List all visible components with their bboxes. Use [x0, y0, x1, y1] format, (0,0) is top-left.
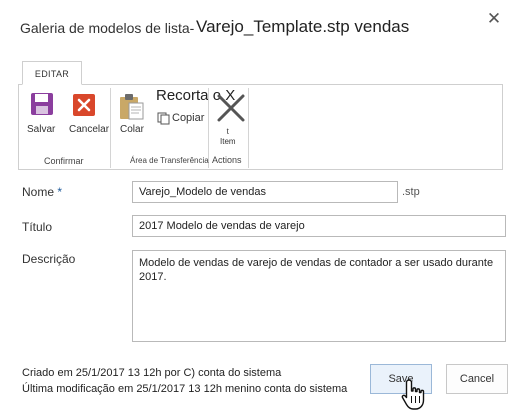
created-info: Criado em 25/1/2017 13 12h por C) conta …	[22, 367, 282, 379]
copy-button[interactable]: Copiar	[172, 112, 204, 124]
close-icon[interactable]: ✕	[484, 9, 504, 29]
tab-editar[interactable]: EDITAR	[22, 61, 82, 85]
cancel-ribbon-label[interactable]: Cancelar	[69, 124, 109, 135]
dialog: Galeria de modelos de lista- Varejo_Temp…	[0, 0, 520, 420]
dialog-title-file: Varejo_Template.stp vendas	[196, 17, 410, 36]
title-input[interactable]: 2017 Modelo de vendas de varejo	[132, 215, 506, 237]
description-label: Descrição	[22, 252, 76, 266]
ribbon-separator	[248, 88, 249, 168]
name-label: Nome *	[22, 185, 62, 199]
group-label-clipboard: Área de Transferência	[130, 156, 209, 165]
hand-cursor-icon	[401, 379, 425, 410]
description-textarea[interactable]: Modelo de vendas de varejo de vendas de …	[132, 250, 506, 342]
item-ribbon-label[interactable]: t Item	[220, 127, 236, 147]
paste-icon[interactable]	[117, 92, 145, 120]
paste-ribbon-label[interactable]: Colar	[120, 124, 144, 135]
cancel-button[interactable]: Cancel	[446, 364, 508, 394]
dialog-title-prefix: Galeria de modelos de lista-	[20, 20, 195, 36]
ribbon-separator	[110, 88, 111, 168]
name-suffix: .stp	[402, 186, 420, 198]
copy-icon[interactable]	[157, 112, 170, 125]
required-marker: *	[57, 185, 63, 199]
save-ribbon-label[interactable]: Salvar	[27, 124, 55, 135]
name-input[interactable]: Varejo_Modelo de vendas	[132, 181, 398, 203]
title-label: Título	[22, 220, 53, 234]
item-label-line1: t	[226, 127, 229, 136]
save-icon[interactable]	[30, 92, 54, 116]
group-label-actions: Actions	[212, 155, 242, 165]
group-label-commit: Confirmar	[44, 156, 84, 166]
delete-item-icon[interactable]	[214, 91, 248, 125]
item-label-line2: Item	[220, 137, 236, 146]
modified-info: Última modificação em 25/1/2017 13 12h m…	[22, 383, 348, 395]
name-label-text: Nome	[22, 185, 55, 199]
cancel-icon[interactable]	[72, 94, 96, 116]
